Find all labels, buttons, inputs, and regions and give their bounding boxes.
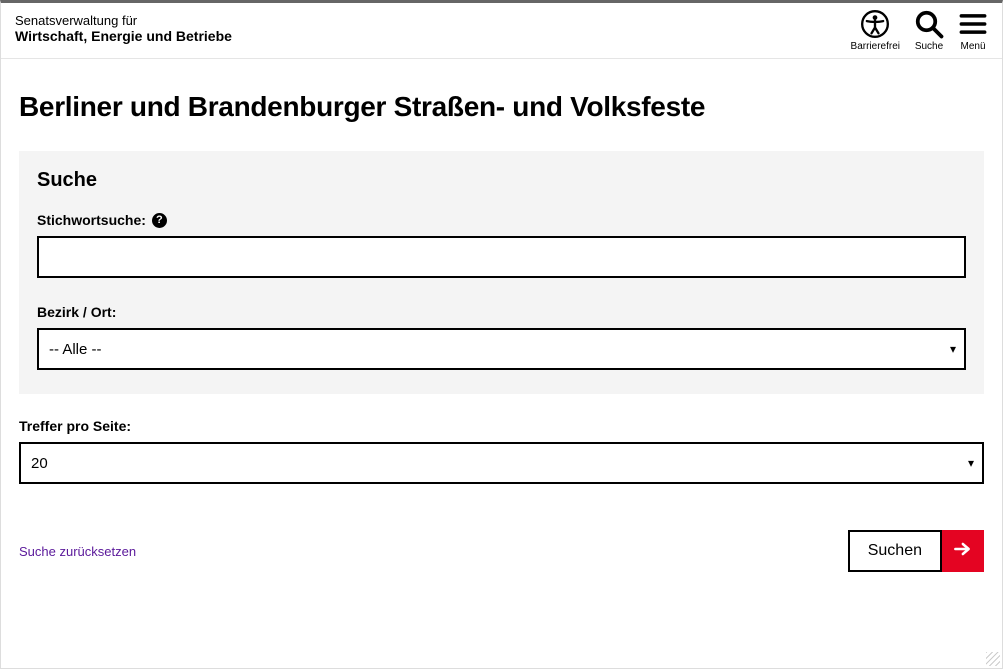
- main-content: Berliner und Brandenburger Straßen- und …: [1, 59, 1002, 572]
- help-icon[interactable]: ?: [152, 213, 167, 228]
- search-panel: Suche Stichwortsuche: ? Bezirk / Ort: --…: [19, 151, 984, 394]
- header-search-button[interactable]: Suche: [914, 9, 944, 52]
- accessibility-button[interactable]: Barrierefrei: [851, 9, 900, 52]
- reset-link[interactable]: Suche zurücksetzen: [19, 544, 136, 559]
- results-per-page-select[interactable]: 20: [19, 442, 984, 484]
- submit-arrow-button[interactable]: [942, 530, 984, 572]
- arrow-right-icon: [952, 539, 972, 564]
- org-name-line1: Senatsverwaltung für: [15, 13, 232, 28]
- submit-group: Suchen: [848, 530, 984, 572]
- results-per-page-label: Treffer pro Seite:: [19, 418, 984, 434]
- district-select[interactable]: -- Alle --: [37, 328, 966, 370]
- header-actions: Barrierefrei Suche Menü: [851, 9, 988, 52]
- org-name-line2: Wirtschaft, Energie und Betriebe: [15, 28, 232, 44]
- accessibility-label: Barrierefrei: [851, 41, 900, 52]
- menu-label: Menü: [960, 41, 985, 52]
- submit-button[interactable]: Suchen: [848, 530, 942, 572]
- page-title: Berliner und Brandenburger Straßen- und …: [19, 91, 984, 123]
- header-search-label: Suche: [915, 41, 943, 52]
- site-identity: Senatsverwaltung für Wirtschaft, Energie…: [15, 9, 232, 44]
- accessibility-icon: [860, 9, 890, 39]
- hamburger-icon: [958, 9, 988, 39]
- keyword-label: Stichwortsuche:: [37, 212, 146, 228]
- search-icon: [914, 9, 944, 39]
- search-heading: Suche: [37, 169, 966, 192]
- form-footer: Suche zurücksetzen Suchen: [19, 530, 984, 572]
- resize-grip-icon: [986, 652, 1000, 666]
- results-per-page-block: Treffer pro Seite: 20 ▾: [19, 418, 984, 484]
- keyword-input[interactable]: [37, 236, 966, 278]
- keyword-label-row: Stichwortsuche: ?: [37, 212, 966, 228]
- menu-button[interactable]: Menü: [958, 9, 988, 52]
- district-label: Bezirk / Ort:: [37, 304, 966, 320]
- site-header: Senatsverwaltung für Wirtschaft, Energie…: [1, 3, 1002, 59]
